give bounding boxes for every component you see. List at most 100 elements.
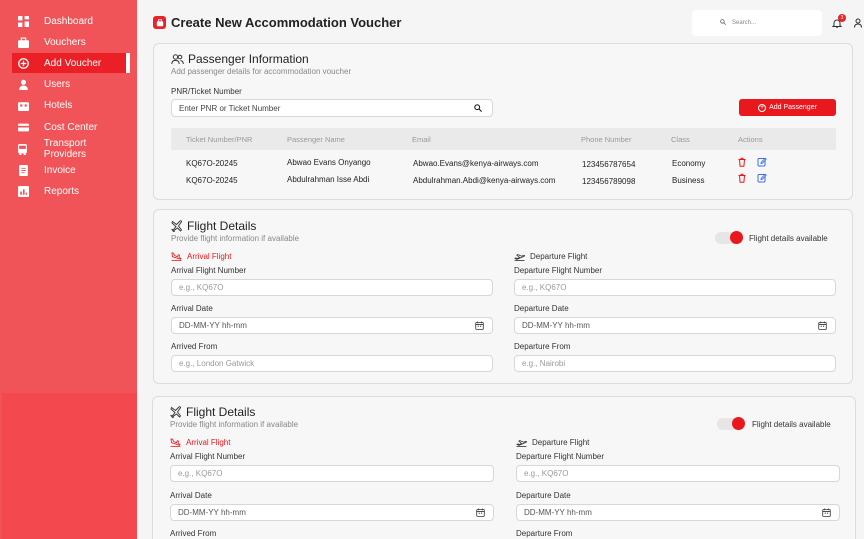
departure-flight-heading: Departure Flight xyxy=(514,252,587,261)
cell-class: Business xyxy=(672,176,705,185)
briefcase-icon xyxy=(16,35,30,49)
arrival-number-label: Arrival Flight Number xyxy=(170,452,246,461)
sidebar-item-reports[interactable]: Reports xyxy=(12,181,130,201)
hotel-icon xyxy=(16,98,30,112)
calendar-icon[interactable] xyxy=(475,321,484,330)
departure-flight-number-input[interactable]: e.g., KQ67O xyxy=(514,279,836,296)
column-header: Ticket Number/PNR xyxy=(186,135,253,144)
arrival-heading-text: Arrival Flight xyxy=(186,438,231,447)
plane-landing-icon xyxy=(170,438,181,447)
cell-phone: 123456789098 xyxy=(582,177,636,186)
departure-number-label: Departure Flight Number xyxy=(514,266,603,275)
plane-icon xyxy=(170,406,182,418)
edit-icon[interactable] xyxy=(757,157,767,167)
cell-email: Abdulrahman.Abdi@kenya-airways.com xyxy=(413,176,556,185)
departure-from-input[interactable]: e.g., Nairobi xyxy=(514,355,836,372)
sidebar: Dashboard Vouchers Add Voucher Users Hot… xyxy=(0,0,137,389)
arrival-flight-number-input[interactable]: e.g., KQ67O xyxy=(170,465,494,482)
sidebar-item-label: Cost Center xyxy=(44,121,98,133)
plus-circle-icon xyxy=(16,56,30,70)
calendar-icon[interactable] xyxy=(822,508,831,517)
sidebar-item-hotels[interactable]: Hotels xyxy=(12,95,130,115)
cell-ticket: KQ67O-20245 xyxy=(186,159,238,168)
departure-from-label: Departure From xyxy=(516,529,573,538)
cell-name: Abdulrahman Isse Abdi xyxy=(287,175,370,184)
departure-number-label: Departure Flight Number xyxy=(516,452,605,461)
arrival-date-input[interactable]: DD-MM-YY hh-mm xyxy=(170,504,494,521)
sidebar-item-users[interactable]: Users xyxy=(12,74,130,94)
input-placeholder: DD-MM-YY hh-mm xyxy=(178,508,246,517)
cell-phone: 123456787654 xyxy=(582,160,636,169)
chart-icon xyxy=(16,184,30,198)
cell-name: Abwao Evans Onyango xyxy=(287,158,371,167)
column-header: Class xyxy=(671,135,690,144)
sidebar-item-label: Reports xyxy=(44,185,80,197)
departure-date-input[interactable]: DD-MM-YY hh-mm xyxy=(514,317,836,334)
arrived-from-label: Arrived From xyxy=(171,342,218,351)
dashboard-icon xyxy=(16,14,30,28)
sidebar-item-transport-providers[interactable]: Transport Providers xyxy=(12,138,130,160)
cell-ticket: KQ67O-20245 xyxy=(186,176,238,185)
passenger-title-text: Passenger Information xyxy=(188,52,309,66)
edit-icon[interactable] xyxy=(757,173,767,183)
sidebar-item-label: Users xyxy=(44,78,71,90)
invoice-icon xyxy=(16,163,30,177)
sidebar-item-label: Transport Providers xyxy=(43,138,87,160)
bus-icon xyxy=(16,142,30,156)
arrival-date-input[interactable]: DD-MM-YY hh-mm xyxy=(171,317,493,334)
arrival-date-label: Arrival Date xyxy=(170,491,212,500)
sidebar-item-dashboard[interactable]: Dashboard xyxy=(12,11,130,31)
flight-details-title: Flight Details xyxy=(171,219,256,233)
arrival-flight-heading: Arrival Flight xyxy=(170,438,230,447)
cell-email: Abwao.Evans@kenya-airways.com xyxy=(413,159,539,168)
add-passenger-button[interactable]: + Add Passenger xyxy=(739,99,836,116)
departure-date-input[interactable]: DD-MM-YY hh-mm xyxy=(516,504,840,521)
input-placeholder: DD-MM-YY hh-mm xyxy=(522,321,590,330)
input-placeholder: DD-MM-YY hh-mm xyxy=(524,508,592,517)
flight-subtitle: Provide flight information if available xyxy=(170,420,299,429)
column-header: Actions xyxy=(738,135,763,144)
flight-subtitle: Provide flight information if available xyxy=(171,234,300,243)
calendar-icon[interactable] xyxy=(476,508,485,517)
plane-takeoff-icon xyxy=(514,254,525,261)
input-placeholder: e.g., KQ67O xyxy=(178,469,223,478)
trash-icon[interactable] xyxy=(737,173,747,183)
flight-details-toggle[interactable] xyxy=(717,417,745,430)
departure-date-label: Departure Date xyxy=(514,304,569,313)
sidebar-item-label: Dashboard xyxy=(44,15,93,27)
user-icon[interactable] xyxy=(853,18,863,28)
passenger-subtitle: Add passenger details for accommodation … xyxy=(171,67,352,76)
pnr-input[interactable]: Enter PNR or Ticket Number xyxy=(171,99,493,117)
departure-heading-text: Departure Flight xyxy=(532,438,590,447)
search-icon xyxy=(720,19,726,27)
flight-details-toggle[interactable] xyxy=(715,231,743,244)
sidebar-item-invoice[interactable]: Invoice xyxy=(12,160,130,180)
arrival-number-label: Arrival Flight Number xyxy=(171,266,247,275)
sidebar-item-vouchers[interactable]: Vouchers xyxy=(12,32,130,52)
departure-heading-text: Departure Flight xyxy=(530,252,588,261)
arrival-flight-number-input[interactable]: e.g., KQ67O xyxy=(171,279,493,296)
sidebar-item-cost-center[interactable]: Cost Center xyxy=(12,117,130,137)
departure-flight-number-input[interactable]: e.g., KQ67O xyxy=(516,465,840,482)
passenger-table-header: Ticket Number/PNR Passenger Name Email P… xyxy=(171,128,836,150)
input-placeholder: e.g., KQ67O xyxy=(524,469,569,478)
input-placeholder: e.g., KQ67O xyxy=(179,283,224,292)
users-icon xyxy=(171,53,184,64)
plane-takeoff-icon xyxy=(516,440,527,447)
search-icon[interactable] xyxy=(474,104,482,112)
plus-icon: + xyxy=(758,103,767,112)
search-placeholder: Search... xyxy=(732,20,757,26)
sidebar-lower xyxy=(0,389,137,539)
page-title: Create New Accommodation Voucher xyxy=(153,15,401,30)
sidebar-item-add-voucher[interactable]: Add Voucher xyxy=(12,53,130,73)
search-input[interactable]: Search... xyxy=(692,10,822,36)
calendar-icon[interactable] xyxy=(818,321,827,330)
trash-icon[interactable] xyxy=(737,157,747,167)
flight-title-text: Flight Details xyxy=(187,219,257,233)
arrived-from-label: Arrived From xyxy=(170,529,217,538)
arrived-from-input[interactable]: e.g., London Gatwick xyxy=(171,355,493,372)
departure-from-label: Departure From xyxy=(514,342,571,351)
arrival-flight-heading: Arrival Flight xyxy=(171,252,231,261)
input-placeholder: e.g., KQ67O xyxy=(522,283,567,292)
add-passenger-label: Add Passenger xyxy=(769,104,817,111)
